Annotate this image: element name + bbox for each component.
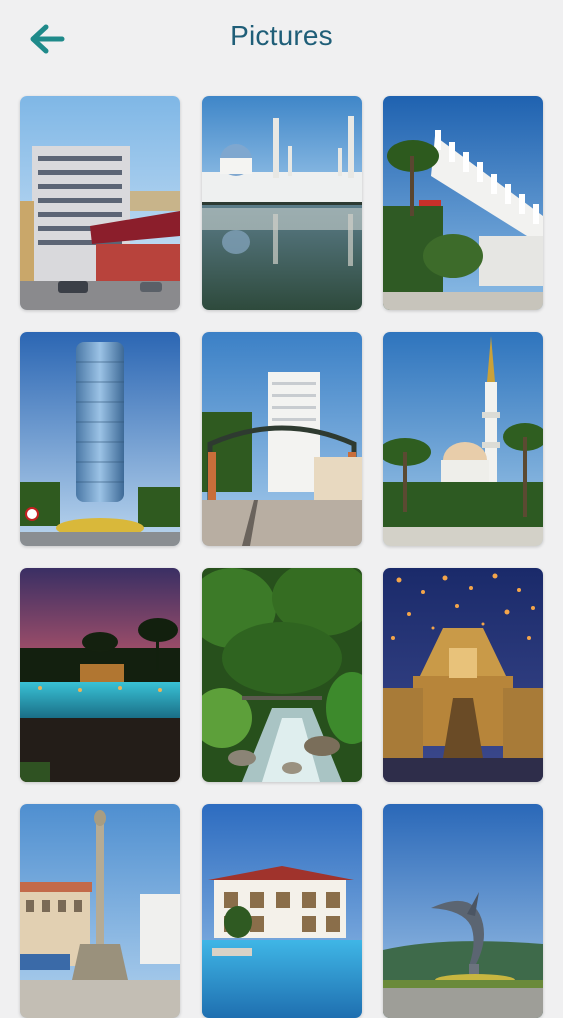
picture-marlin-statue[interactable]: [383, 804, 543, 1018]
picture-grid: [0, 0, 563, 1018]
picture-floating-mosque-reflection[interactable]: [202, 96, 362, 310]
picture-city-street-building[interactable]: [20, 96, 180, 310]
picture-colonial-building-pool[interactable]: [202, 804, 362, 1018]
picture-jungle-stream[interactable]: [202, 568, 362, 782]
picture-resort-pool-sunset[interactable]: [20, 568, 180, 782]
picture-temple-sky-lanterns[interactable]: [383, 568, 543, 782]
picture-town-square-column[interactable]: [20, 804, 180, 1018]
picture-glass-tower[interactable]: [20, 332, 180, 546]
picture-modern-pavilion-palms[interactable]: [383, 96, 543, 310]
picture-arch-gate-plaza[interactable]: [202, 332, 362, 546]
picture-mosque-minaret-palms[interactable]: [383, 332, 543, 546]
